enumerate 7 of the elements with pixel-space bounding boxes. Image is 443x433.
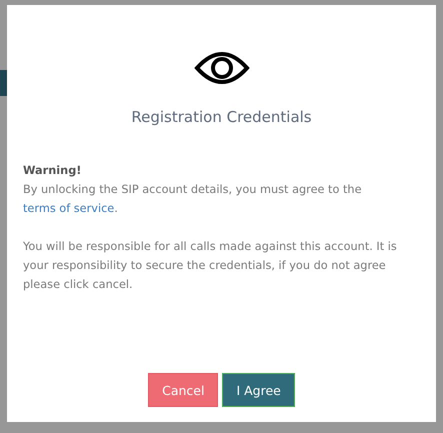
dialog-title: Registration Credentials [131, 108, 312, 126]
agree-button[interactable]: I Agree [222, 373, 295, 407]
terms-link[interactable]: terms of service [23, 202, 114, 215]
cancel-button[interactable]: Cancel [148, 373, 218, 407]
warning-text: By unlocking the SIP account details, you must agree to the terms of service. [23, 182, 363, 217]
warning-heading: Warning! [23, 163, 82, 179]
responsibility-text: You will be responsible for all calls made against this account. It is your responsibility to secure the credentials, if you do not agree please click cancel. [23, 239, 398, 293]
